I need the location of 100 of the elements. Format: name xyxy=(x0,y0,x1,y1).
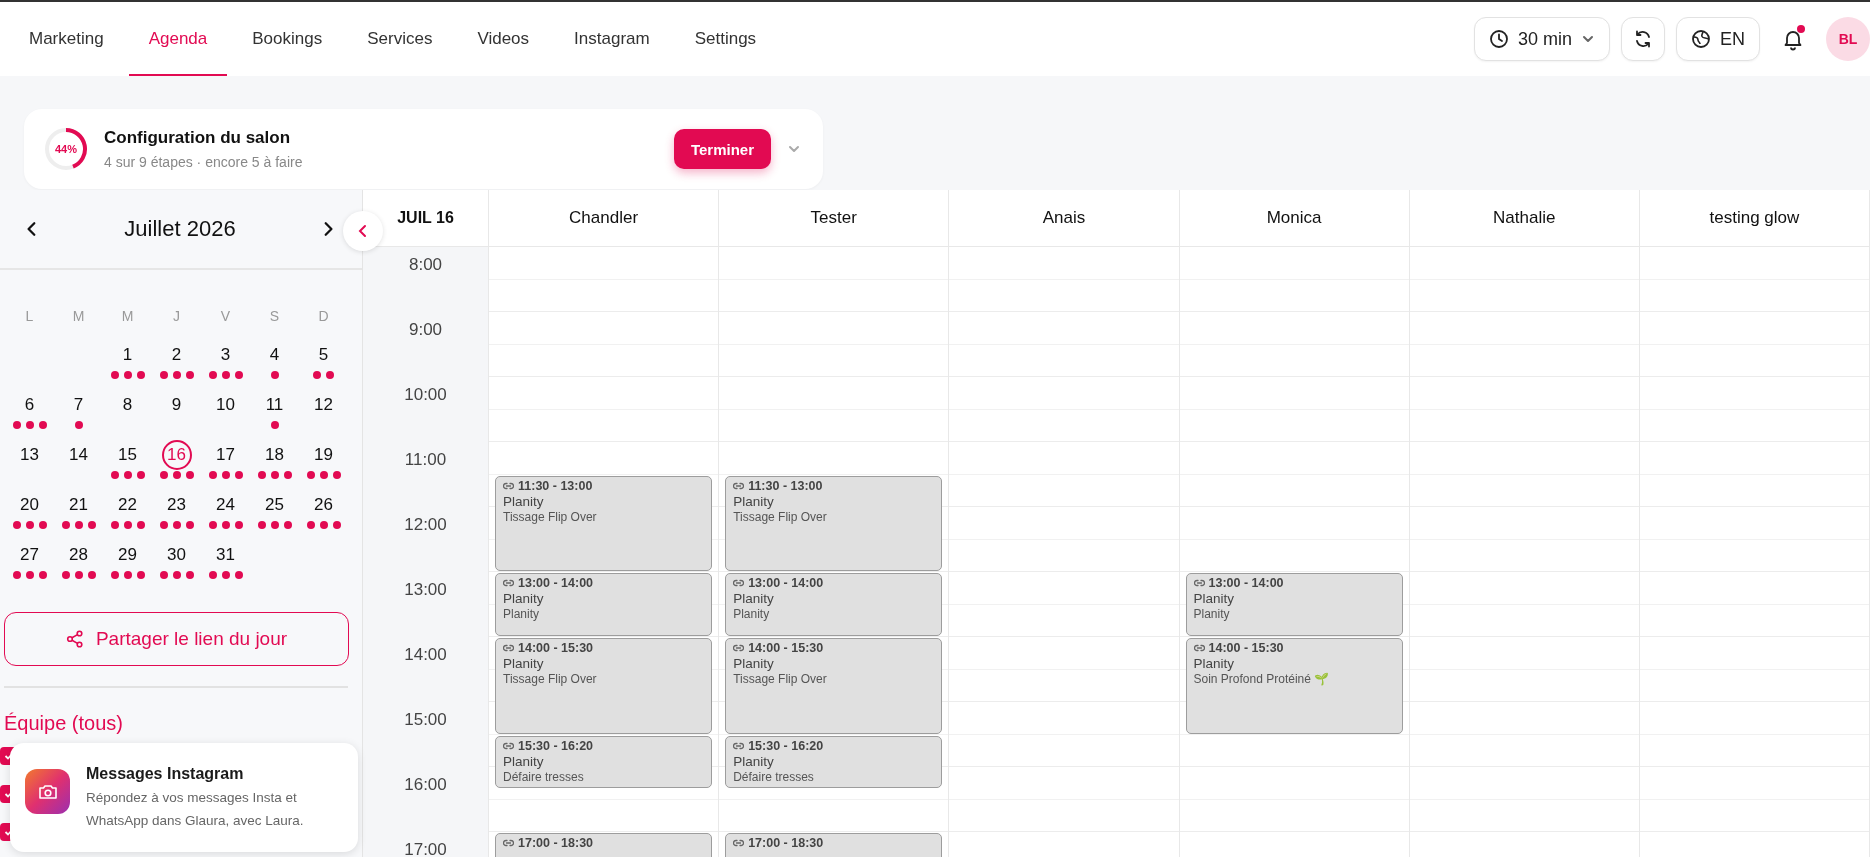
share-day-link-button[interactable]: Partager le lien du jour xyxy=(4,612,349,666)
weekday-label: D xyxy=(317,308,330,326)
appointment-time: 15:30 - 16:20 xyxy=(748,738,824,753)
appointment-card[interactable]: 13:00 - 14:00 Planity Planity xyxy=(725,573,943,636)
calendar-day[interactable]: 5 xyxy=(308,340,339,370)
nav-tab[interactable]: Bookings xyxy=(232,2,343,76)
calendar-day[interactable]: 9 xyxy=(161,390,192,420)
setup-title: Configuration du salon xyxy=(104,128,292,148)
hour-label: 15:00 xyxy=(404,710,447,729)
calendar-day[interactable]: 22 xyxy=(112,490,143,520)
calendar-day[interactable]: 31 xyxy=(210,540,241,570)
staff-column-header: testing glow xyxy=(1639,190,1870,246)
appointment-client: Planity xyxy=(733,753,775,769)
calendar-day[interactable]: 24 xyxy=(210,490,241,520)
language-button[interactable]: EN xyxy=(1676,17,1760,61)
calendar-day[interactable]: 3 xyxy=(210,340,241,370)
calendar-day[interactable]: 4 xyxy=(259,340,290,370)
appointment-time: 13:00 - 14:00 xyxy=(748,576,824,590)
appointment-time: 13:00 - 14:00 xyxy=(1208,576,1284,590)
calendar-day[interactable]: 7 xyxy=(63,390,94,420)
appointment-service: Tissage Flip Over xyxy=(733,672,828,686)
calendar-day[interactable]: 2 xyxy=(161,340,192,370)
weekday-label: M xyxy=(120,308,135,326)
appointment-client: Planity xyxy=(1193,591,1236,606)
appointment-card[interactable]: 15:30 - 16:20 Planity Défaire tresses xyxy=(725,735,943,788)
hour-label: 14:00 xyxy=(404,645,447,664)
calendar-day[interactable]: 14 xyxy=(63,440,94,470)
nav-tab[interactable]: Services xyxy=(347,2,453,76)
refresh-button[interactable] xyxy=(1621,17,1665,61)
calendar-day[interactable]: 28 xyxy=(63,540,94,570)
appointment-time: 13:00 - 14:00 xyxy=(518,576,594,590)
hour-label: 11:00 xyxy=(404,450,447,469)
appointment-client: Planity xyxy=(733,656,775,671)
hour-label: 16:00 xyxy=(404,775,447,794)
calendar-day[interactable]: 21 xyxy=(63,490,94,520)
calendar-day[interactable]: 20 xyxy=(14,490,45,520)
staff-column-header: Monica xyxy=(1179,190,1410,246)
user-avatar[interactable]: BL xyxy=(1826,17,1870,61)
calendar-day[interactable]: 1 xyxy=(112,340,143,370)
appointment-time: 17:00 - 18:30 xyxy=(748,836,824,850)
progress-label: 44% xyxy=(54,142,78,157)
team-heading[interactable]: Équipe (tous) xyxy=(4,712,362,735)
appointment-service: Planity xyxy=(1193,607,1231,621)
appointment-service: Défaire tresses xyxy=(503,769,585,784)
link-icon xyxy=(503,741,514,750)
appointment-card[interactable]: 14:00 - 15:30 Planity Tissage Flip Over xyxy=(725,638,943,734)
calendar-day[interactable]: 11 xyxy=(259,390,290,420)
weekday-label: M xyxy=(71,308,86,326)
calendar-day[interactable]: 18 xyxy=(259,440,290,470)
appointment-time: 11:30 - 13:00 xyxy=(518,478,593,493)
appointment-card[interactable]: 11:30 - 13:00 Planity Tissage Flip Over xyxy=(725,475,943,571)
link-icon xyxy=(1193,644,1205,652)
nav-tab[interactable]: Videos xyxy=(457,2,550,76)
appointment-card[interactable]: 14:00 - 15:30 Planity Tissage Flip Over xyxy=(495,638,713,734)
link-icon xyxy=(503,579,514,587)
appointment-time: 14:00 - 15:30 xyxy=(748,641,824,655)
camera-icon xyxy=(25,769,70,814)
calendar-day[interactable]: 29 xyxy=(112,540,143,570)
calendar-day[interactable]: 15 xyxy=(112,440,143,470)
calendar-day[interactable]: 27 xyxy=(14,540,45,570)
nav-tab[interactable]: Marketing xyxy=(9,2,124,76)
hour-label: 13:00 xyxy=(404,580,447,599)
appointment-card[interactable]: 17:00 - 18:30 xyxy=(725,833,943,857)
appointment-time: 11:30 - 13:00 xyxy=(748,478,823,493)
setup-subtitle: 4 sur 9 étapes · encore 5 à faire xyxy=(104,154,303,170)
link-icon xyxy=(733,481,745,490)
nav-tab[interactable]: Settings xyxy=(674,2,777,76)
finish-button[interactable]: Terminer xyxy=(673,129,771,169)
appointment-service: Défaire tresses xyxy=(733,769,815,784)
calendar-day[interactable]: 12 xyxy=(308,390,339,420)
appointment-card[interactable]: 11:30 - 13:00 Planity Tissage Flip Over xyxy=(495,475,713,571)
calendar-day[interactable]: 19 xyxy=(308,440,339,470)
nav-tab[interactable]: Agenda xyxy=(128,2,228,76)
weekday-label: J xyxy=(172,308,181,326)
staff-column-header: Anais xyxy=(949,190,1180,246)
link-icon xyxy=(733,579,745,587)
appointment-client: Planity xyxy=(503,591,545,606)
appointment-time: 14:00 - 15:30 xyxy=(1208,641,1284,655)
calendar-day[interactable]: 30 xyxy=(161,540,192,570)
calendar-day[interactable]: 23 xyxy=(161,490,192,520)
calendar-day[interactable]: 6 xyxy=(14,390,45,420)
instagram-messages-toast[interactable]: Messages Instagram Répondez à vos messages Insta et WhatsApp dans Glaura, avec Laura. xyxy=(10,743,358,852)
nav-tab[interactable]: Instagram xyxy=(554,2,670,76)
appointment-card[interactable]: 13:00 - 14:00 Planity Planity xyxy=(495,573,713,636)
appointment-card[interactable]: 14:00 - 15:30 Planity Soin Profond Protéiné 🌱 xyxy=(1185,638,1403,734)
calendar-day[interactable]: 17 xyxy=(210,440,241,470)
appointment-card[interactable]: 17:00 - 18:30 xyxy=(495,833,713,857)
slot-duration-dropdown[interactable]: 30 min xyxy=(1473,17,1610,61)
hour-label: 8:00 xyxy=(408,255,443,274)
link-icon xyxy=(1193,579,1205,587)
appointment-service: Tissage Flip Over xyxy=(503,509,598,524)
calendar-day[interactable]: 25 xyxy=(259,490,290,520)
appointment-card[interactable]: 13:00 - 14:00 Planity Planity xyxy=(1185,573,1403,636)
calendar-day[interactable]: 10 xyxy=(210,390,241,420)
calendar-day[interactable]: 13 xyxy=(14,440,45,470)
calendar-day[interactable]: 16 xyxy=(161,440,192,470)
calendar-day[interactable]: 26 xyxy=(308,490,339,520)
calendar-day[interactable]: 8 xyxy=(112,390,143,420)
appointment-card[interactable]: 15:30 - 16:20 Planity Défaire tresses xyxy=(495,735,713,788)
popup-title: Messages Instagram xyxy=(86,765,245,783)
